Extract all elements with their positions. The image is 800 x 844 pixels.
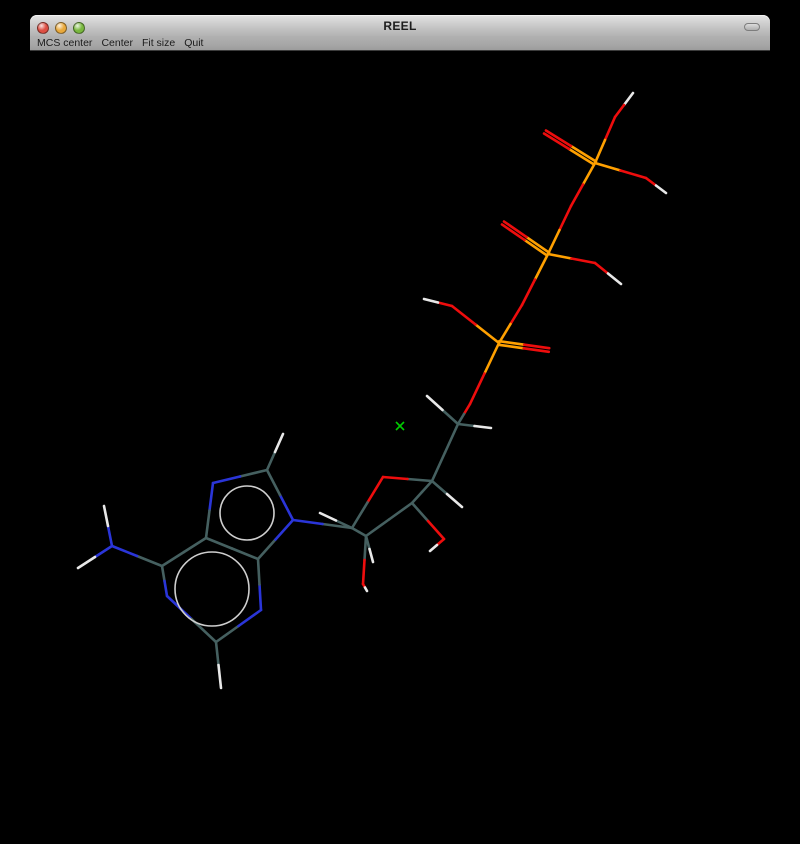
menu-item-center[interactable]: Center (101, 37, 133, 50)
reel-window: REEL MCS center Center Fit size Quit (30, 15, 770, 838)
menu-bar: MCS center Center Fit size Quit (30, 36, 770, 51)
aromatic-ring-circle (175, 552, 249, 626)
desktop: { "window": { "title": "REEL", "traffic_… (0, 0, 800, 844)
title-bar[interactable]: REEL (30, 15, 770, 36)
menu-item-fit-size[interactable]: Fit size (142, 37, 175, 50)
molecule-canvas[interactable] (30, 51, 770, 838)
menu-item-mcs-center[interactable]: MCS center (37, 37, 92, 50)
window-title: REEL (30, 15, 770, 36)
atp-molecule-drawing (30, 51, 770, 838)
menu-item-quit[interactable]: Quit (184, 37, 203, 50)
toolbar-toggle-button[interactable] (744, 23, 760, 31)
aromatic-ring-circle (220, 486, 274, 540)
